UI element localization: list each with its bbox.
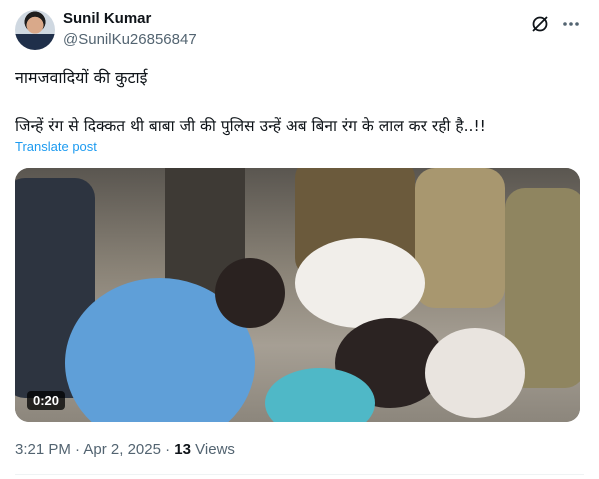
translate-post-link[interactable]: Translate post	[15, 139, 97, 154]
author-name[interactable]: Sunil Kumar	[63, 10, 151, 27]
video-figure	[295, 238, 425, 328]
video-figure	[215, 258, 285, 328]
post-date[interactable]: Apr 2, 2025	[83, 441, 161, 458]
grok-icon[interactable]	[530, 14, 550, 34]
author-handle[interactable]: @SunilKu26856847	[63, 31, 197, 48]
video-figure	[415, 168, 505, 308]
post-time[interactable]: 3:21 PM	[15, 441, 71, 458]
video-player[interactable]: 0:20	[15, 168, 580, 422]
post-text-line2: जिन्हें रंग से दिक्कत थी बाबा जी की पुलि…	[15, 117, 486, 135]
views-count: 13	[174, 441, 191, 458]
meta-separator: ·	[75, 441, 81, 458]
post-meta: 3:21 PM · Apr 2, 2025 · 13 Views	[15, 441, 235, 458]
more-icon[interactable]	[560, 14, 582, 34]
avatar[interactable]	[15, 10, 55, 50]
post-text-line1: नामजवादियों की कुटाई	[15, 68, 148, 87]
views-label: Views	[195, 441, 235, 458]
video-duration-badge: 0:20	[27, 391, 66, 410]
meta-separator: ·	[165, 441, 171, 458]
divider	[15, 474, 584, 475]
video-figure	[425, 328, 525, 418]
